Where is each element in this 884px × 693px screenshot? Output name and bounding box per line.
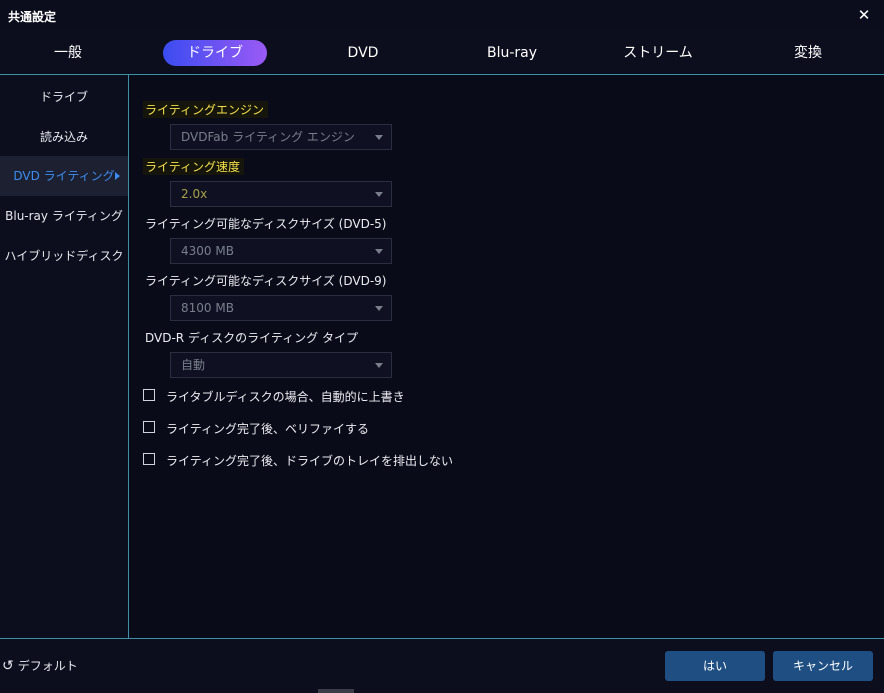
chevron-down-icon [375, 306, 383, 311]
sidebar-item-label: 読み込み [39, 130, 88, 144]
tab-bar: 一般 ドライブ DVD Blu-ray ストリーム 変換 [0, 36, 884, 74]
speed-select[interactable]: 2.0x [170, 181, 392, 207]
sidebar-item-label: ハイブリッドディスク [4, 249, 124, 263]
cancel-button[interactable]: キャンセル [773, 651, 873, 681]
checkbox-box[interactable] [143, 389, 155, 401]
engine-select[interactable]: DVDFab ライティング エンジン [170, 124, 392, 150]
default-button[interactable]: ↺ デフォルト [2, 657, 78, 674]
engine-label: ライティングエンジン [143, 101, 269, 118]
sidebar-item-dvd-writing[interactable]: DVD ライティング [0, 156, 128, 196]
verify-label: ライティング完了後、ベリファイする [166, 422, 370, 436]
dvd5-size-select[interactable]: 4300 MB [170, 238, 392, 264]
sidebar: ドライブ 読み込み DVD ライティング Blu-ray ライティング ハイブリ… [0, 75, 128, 638]
sidebar-item-label: DVD ライティング [13, 169, 115, 183]
no-eject-label: ライティング完了後、ドライブのトレイを排出しない [166, 454, 454, 468]
ok-button[interactable]: はい [665, 651, 765, 681]
sidebar-item-label: Blu-ray ライティング [5, 209, 123, 223]
window-title: 共通設定 [8, 10, 57, 24]
sidebar-item-label: ドライブ [39, 90, 88, 104]
chevron-down-icon [375, 135, 383, 140]
default-label: デフォルト [17, 659, 78, 673]
chevron-down-icon [375, 192, 383, 197]
auto-overwrite-label: ライタブルディスクの場合、自動的に上書き [166, 390, 405, 404]
sidebar-item-bluray-writing[interactable]: Blu-ray ライティング [0, 196, 128, 236]
dvd5-size-label: ライティング可能なディスクサイズ (DVD-5) [145, 217, 387, 231]
tab-convert[interactable]: 変換 [794, 40, 822, 66]
dvd5-size-value: 4300 MB [181, 244, 234, 258]
sidebar-item-read[interactable]: 読み込み [0, 117, 128, 157]
chevron-right-icon [115, 172, 120, 180]
dvdr-type-value: 自動 [181, 358, 206, 372]
tab-stream[interactable]: ストリーム [623, 40, 693, 66]
speed-label: ライティング速度 [143, 158, 245, 175]
reset-icon: ↺ [2, 658, 14, 674]
dvdr-type-label: DVD-R ディスクのライティング タイプ [145, 331, 358, 345]
dvd9-size-value: 8100 MB [181, 301, 234, 315]
chevron-down-icon [375, 249, 383, 254]
chevron-down-icon [375, 363, 383, 368]
engine-value: DVDFab ライティング エンジン [181, 130, 355, 144]
title-bar: 共通設定 ✕ [0, 0, 884, 30]
checkbox-box[interactable] [143, 421, 155, 433]
speed-value: 2.0x [181, 187, 208, 201]
checkbox-box[interactable] [143, 453, 155, 465]
close-icon[interactable]: ✕ [854, 4, 874, 26]
footer: ↺ デフォルト はい キャンセル [0, 639, 884, 693]
dvd9-size-label: ライティング可能なディスクサイズ (DVD-9) [145, 274, 387, 288]
tab-bluray[interactable]: Blu-ray [487, 40, 537, 66]
dvd9-size-select[interactable]: 8100 MB [170, 295, 392, 321]
dvdr-type-select[interactable]: 自動 [170, 352, 392, 378]
tab-dvd[interactable]: DVD [348, 40, 379, 66]
tab-drive[interactable]: ドライブ [163, 40, 267, 66]
sidebar-item-drive[interactable]: ドライブ [0, 77, 128, 117]
scrollbar-thumb[interactable] [318, 689, 354, 693]
tab-general[interactable]: 一般 [54, 40, 82, 66]
sidebar-item-hybrid-disc[interactable]: ハイブリッドディスク [0, 236, 128, 276]
